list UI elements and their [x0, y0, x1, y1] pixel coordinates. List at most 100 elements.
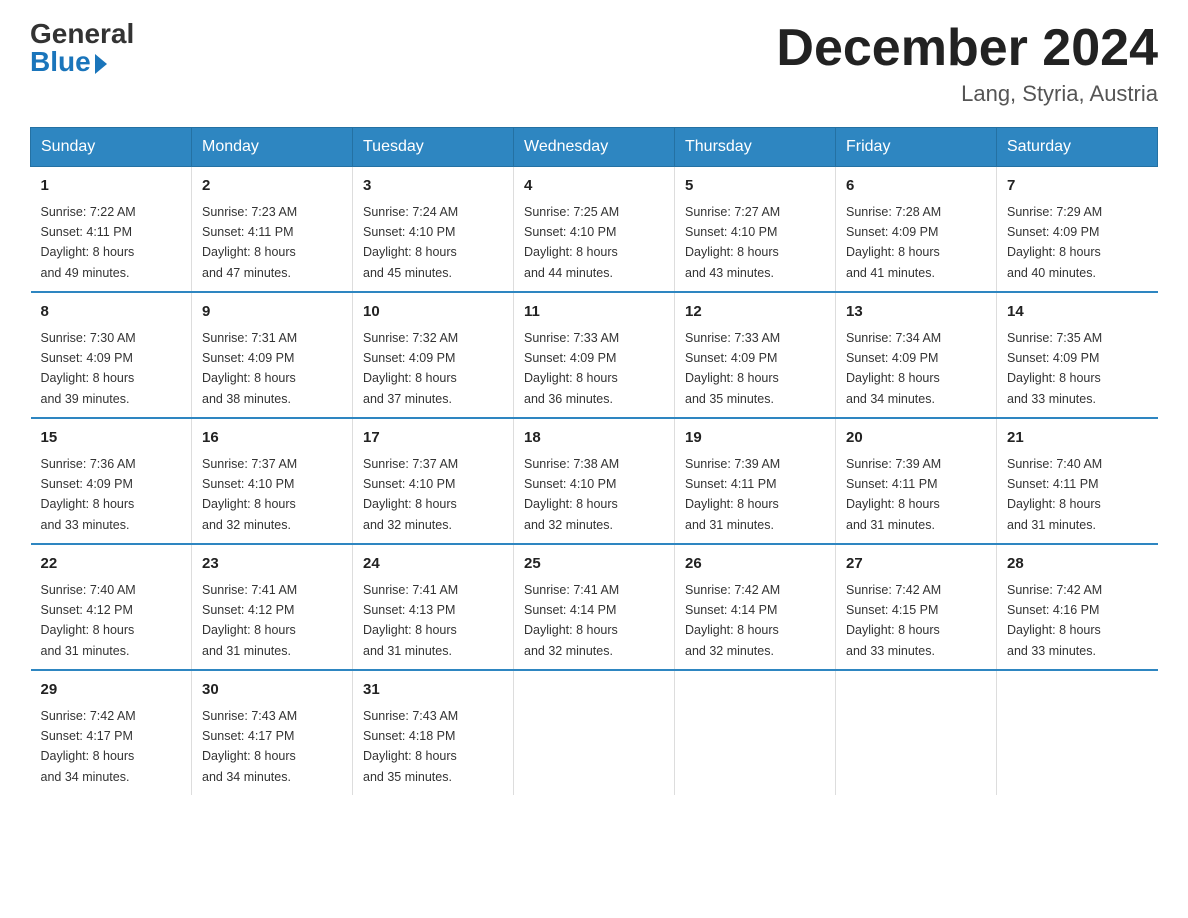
calendar-cell: 24 Sunrise: 7:41 AMSunset: 4:13 PMDaylig… [353, 544, 514, 670]
day-info: Sunrise: 7:33 AMSunset: 4:09 PMDaylight:… [524, 331, 619, 406]
day-info: Sunrise: 7:27 AMSunset: 4:10 PMDaylight:… [685, 205, 780, 280]
day-number: 6 [846, 175, 986, 198]
calendar-cell: 4 Sunrise: 7:25 AMSunset: 4:10 PMDayligh… [514, 167, 675, 293]
calendar-cell [675, 670, 836, 795]
calendar-cell: 31 Sunrise: 7:43 AMSunset: 4:18 PMDaylig… [353, 670, 514, 795]
day-number: 9 [202, 301, 342, 324]
page-header: General Blue December 2024 Lang, Styria,… [30, 20, 1158, 107]
day-number: 1 [41, 175, 182, 198]
day-number: 26 [685, 553, 825, 576]
week-row-1: 1 Sunrise: 7:22 AMSunset: 4:11 PMDayligh… [31, 167, 1158, 293]
day-info: Sunrise: 7:42 AMSunset: 4:15 PMDaylight:… [846, 583, 941, 658]
day-number: 17 [363, 427, 503, 450]
calendar-cell: 6 Sunrise: 7:28 AMSunset: 4:09 PMDayligh… [836, 167, 997, 293]
day-number: 20 [846, 427, 986, 450]
day-number: 15 [41, 427, 182, 450]
calendar-cell: 16 Sunrise: 7:37 AMSunset: 4:10 PMDaylig… [192, 418, 353, 544]
day-info: Sunrise: 7:40 AMSunset: 4:12 PMDaylight:… [41, 583, 136, 658]
day-number: 30 [202, 679, 342, 702]
day-number: 5 [685, 175, 825, 198]
day-info: Sunrise: 7:40 AMSunset: 4:11 PMDaylight:… [1007, 457, 1102, 532]
logo-general-text: General [30, 20, 134, 48]
day-info: Sunrise: 7:30 AMSunset: 4:09 PMDaylight:… [41, 331, 136, 406]
week-row-4: 22 Sunrise: 7:40 AMSunset: 4:12 PMDaylig… [31, 544, 1158, 670]
day-header-wednesday: Wednesday [514, 128, 675, 167]
day-info: Sunrise: 7:25 AMSunset: 4:10 PMDaylight:… [524, 205, 619, 280]
calendar-cell: 21 Sunrise: 7:40 AMSunset: 4:11 PMDaylig… [997, 418, 1158, 544]
day-number: 11 [524, 301, 664, 324]
calendar-header-row: SundayMondayTuesdayWednesdayThursdayFrid… [31, 128, 1158, 167]
day-number: 2 [202, 175, 342, 198]
day-number: 18 [524, 427, 664, 450]
day-info: Sunrise: 7:41 AMSunset: 4:14 PMDaylight:… [524, 583, 619, 658]
day-header-thursday: Thursday [675, 128, 836, 167]
day-number: 23 [202, 553, 342, 576]
day-info: Sunrise: 7:24 AMSunset: 4:10 PMDaylight:… [363, 205, 458, 280]
day-info: Sunrise: 7:43 AMSunset: 4:17 PMDaylight:… [202, 709, 297, 784]
day-number: 25 [524, 553, 664, 576]
day-info: Sunrise: 7:37 AMSunset: 4:10 PMDaylight:… [363, 457, 458, 532]
day-info: Sunrise: 7:42 AMSunset: 4:14 PMDaylight:… [685, 583, 780, 658]
day-header-sunday: Sunday [31, 128, 192, 167]
day-number: 13 [846, 301, 986, 324]
day-number: 16 [202, 427, 342, 450]
day-number: 8 [41, 301, 182, 324]
day-number: 27 [846, 553, 986, 576]
calendar-cell [514, 670, 675, 795]
day-info: Sunrise: 7:28 AMSunset: 4:09 PMDaylight:… [846, 205, 941, 280]
day-info: Sunrise: 7:39 AMSunset: 4:11 PMDaylight:… [685, 457, 780, 532]
month-title: December 2024 [776, 20, 1158, 77]
calendar-cell [836, 670, 997, 795]
calendar-cell: 17 Sunrise: 7:37 AMSunset: 4:10 PMDaylig… [353, 418, 514, 544]
calendar-cell: 14 Sunrise: 7:35 AMSunset: 4:09 PMDaylig… [997, 292, 1158, 418]
calendar-cell: 29 Sunrise: 7:42 AMSunset: 4:17 PMDaylig… [31, 670, 192, 795]
logo-arrow-icon [95, 54, 107, 74]
week-row-2: 8 Sunrise: 7:30 AMSunset: 4:09 PMDayligh… [31, 292, 1158, 418]
day-number: 22 [41, 553, 182, 576]
day-info: Sunrise: 7:42 AMSunset: 4:16 PMDaylight:… [1007, 583, 1102, 658]
day-info: Sunrise: 7:41 AMSunset: 4:13 PMDaylight:… [363, 583, 458, 658]
day-number: 31 [363, 679, 503, 702]
day-number: 21 [1007, 427, 1148, 450]
calendar-cell: 30 Sunrise: 7:43 AMSunset: 4:17 PMDaylig… [192, 670, 353, 795]
calendar-cell: 9 Sunrise: 7:31 AMSunset: 4:09 PMDayligh… [192, 292, 353, 418]
calendar-cell: 23 Sunrise: 7:41 AMSunset: 4:12 PMDaylig… [192, 544, 353, 670]
day-info: Sunrise: 7:29 AMSunset: 4:09 PMDaylight:… [1007, 205, 1102, 280]
day-info: Sunrise: 7:23 AMSunset: 4:11 PMDaylight:… [202, 205, 297, 280]
day-info: Sunrise: 7:32 AMSunset: 4:09 PMDaylight:… [363, 331, 458, 406]
calendar-cell: 1 Sunrise: 7:22 AMSunset: 4:11 PMDayligh… [31, 167, 192, 293]
day-number: 10 [363, 301, 503, 324]
calendar-cell: 13 Sunrise: 7:34 AMSunset: 4:09 PMDaylig… [836, 292, 997, 418]
calendar-cell [997, 670, 1158, 795]
day-info: Sunrise: 7:43 AMSunset: 4:18 PMDaylight:… [363, 709, 458, 784]
title-block: December 2024 Lang, Styria, Austria [776, 20, 1158, 107]
day-info: Sunrise: 7:38 AMSunset: 4:10 PMDaylight:… [524, 457, 619, 532]
day-number: 19 [685, 427, 825, 450]
calendar-table: SundayMondayTuesdayWednesdayThursdayFrid… [30, 127, 1158, 795]
day-number: 29 [41, 679, 182, 702]
calendar-cell: 22 Sunrise: 7:40 AMSunset: 4:12 PMDaylig… [31, 544, 192, 670]
calendar-cell: 19 Sunrise: 7:39 AMSunset: 4:11 PMDaylig… [675, 418, 836, 544]
calendar-cell: 11 Sunrise: 7:33 AMSunset: 4:09 PMDaylig… [514, 292, 675, 418]
calendar-cell: 12 Sunrise: 7:33 AMSunset: 4:09 PMDaylig… [675, 292, 836, 418]
week-row-5: 29 Sunrise: 7:42 AMSunset: 4:17 PMDaylig… [31, 670, 1158, 795]
day-number: 4 [524, 175, 664, 198]
day-number: 14 [1007, 301, 1148, 324]
logo: General Blue [30, 20, 134, 76]
calendar-cell: 5 Sunrise: 7:27 AMSunset: 4:10 PMDayligh… [675, 167, 836, 293]
day-info: Sunrise: 7:39 AMSunset: 4:11 PMDaylight:… [846, 457, 941, 532]
day-info: Sunrise: 7:36 AMSunset: 4:09 PMDaylight:… [41, 457, 136, 532]
day-info: Sunrise: 7:41 AMSunset: 4:12 PMDaylight:… [202, 583, 297, 658]
calendar-cell: 27 Sunrise: 7:42 AMSunset: 4:15 PMDaylig… [836, 544, 997, 670]
day-header-tuesday: Tuesday [353, 128, 514, 167]
day-info: Sunrise: 7:42 AMSunset: 4:17 PMDaylight:… [41, 709, 136, 784]
location-text: Lang, Styria, Austria [776, 81, 1158, 107]
calendar-cell: 3 Sunrise: 7:24 AMSunset: 4:10 PMDayligh… [353, 167, 514, 293]
calendar-cell: 26 Sunrise: 7:42 AMSunset: 4:14 PMDaylig… [675, 544, 836, 670]
calendar-cell: 15 Sunrise: 7:36 AMSunset: 4:09 PMDaylig… [31, 418, 192, 544]
week-row-3: 15 Sunrise: 7:36 AMSunset: 4:09 PMDaylig… [31, 418, 1158, 544]
calendar-cell: 7 Sunrise: 7:29 AMSunset: 4:09 PMDayligh… [997, 167, 1158, 293]
day-header-friday: Friday [836, 128, 997, 167]
day-number: 3 [363, 175, 503, 198]
day-info: Sunrise: 7:22 AMSunset: 4:11 PMDaylight:… [41, 205, 136, 280]
